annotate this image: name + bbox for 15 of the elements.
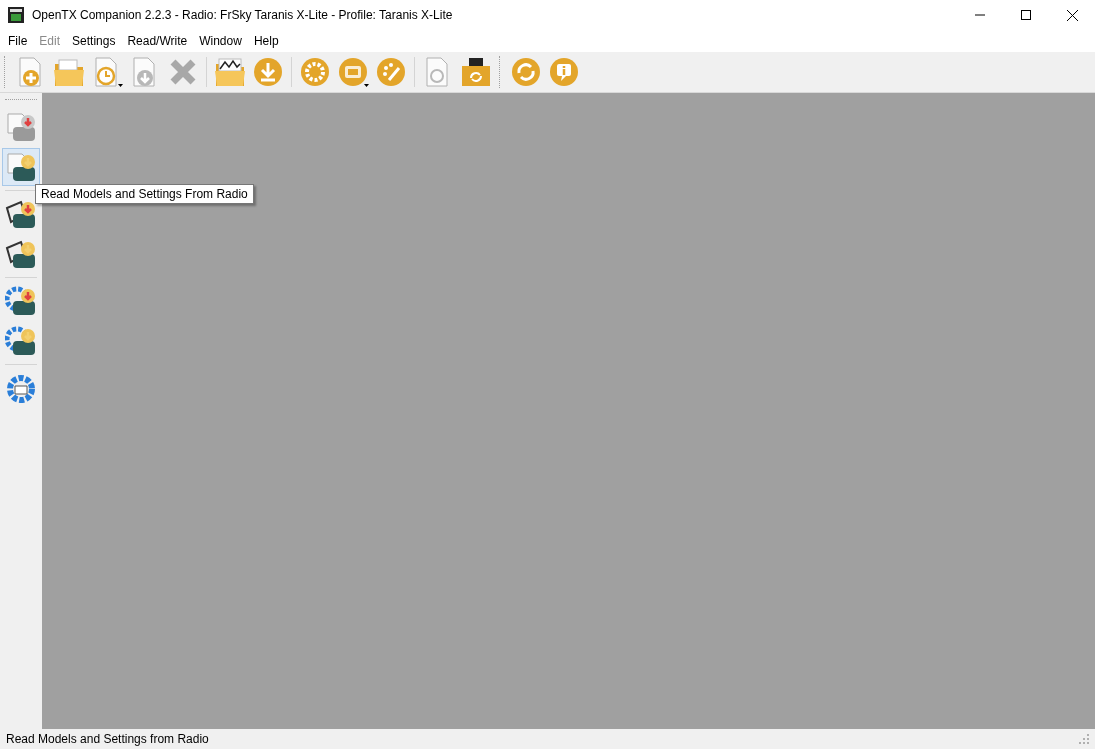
window-title: OpenTX Companion 2.2.3 - Radio: FrSky Taranis X-Lite - Profile: Taranis X-Lite <box>32 8 454 22</box>
resize-grip-icon <box>1079 734 1089 744</box>
read-models-button[interactable] <box>2 148 40 186</box>
tooltip: Read Models and Settings From Radio <box>35 184 254 204</box>
maximize-icon <box>1021 10 1031 20</box>
menu-item[interactable]: Help <box>247 32 285 50</box>
status-message: Read Models and Settings from Radio <box>6 732 209 746</box>
dropdown-caret-icon <box>364 84 369 87</box>
app-logo-icon <box>8 7 24 23</box>
close-icon <box>1066 9 1078 21</box>
menu-item[interactable]: Read/Write <box>121 32 194 50</box>
menu-item[interactable]: File <box>2 32 34 50</box>
menu-item[interactable]: Settings <box>66 32 122 50</box>
menu-item[interactable]: Window <box>193 32 248 50</box>
dropdown-caret-icon <box>118 84 123 87</box>
